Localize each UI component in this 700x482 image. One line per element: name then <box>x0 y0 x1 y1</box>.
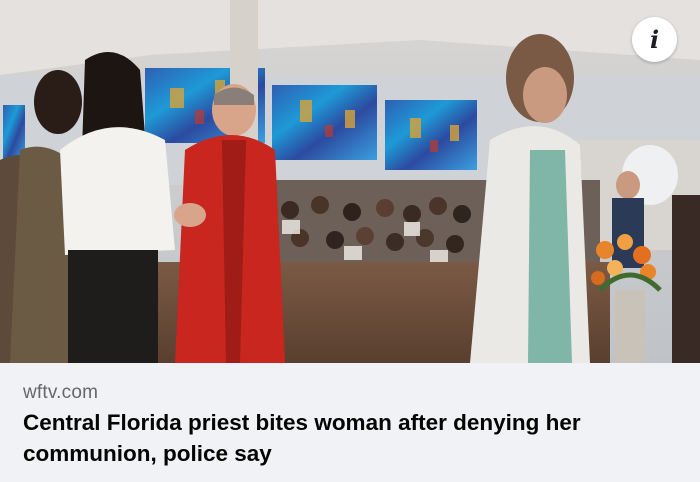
info-button[interactable]: i <box>632 17 677 62</box>
source-domain: wftv.com <box>23 382 99 403</box>
info-icon: i <box>649 24 660 54</box>
link-preview-card[interactable]: i wftv.com Central Florida priest bites … <box>0 0 700 482</box>
article-headline[interactable]: Central Florida priest bites woman after… <box>23 407 673 469</box>
link-preview-caption[interactable]: wftv.com Central Florida priest bites wo… <box>0 363 700 482</box>
article-thumbnail[interactable]: i <box>0 0 700 363</box>
church-communion-photo <box>0 0 700 363</box>
